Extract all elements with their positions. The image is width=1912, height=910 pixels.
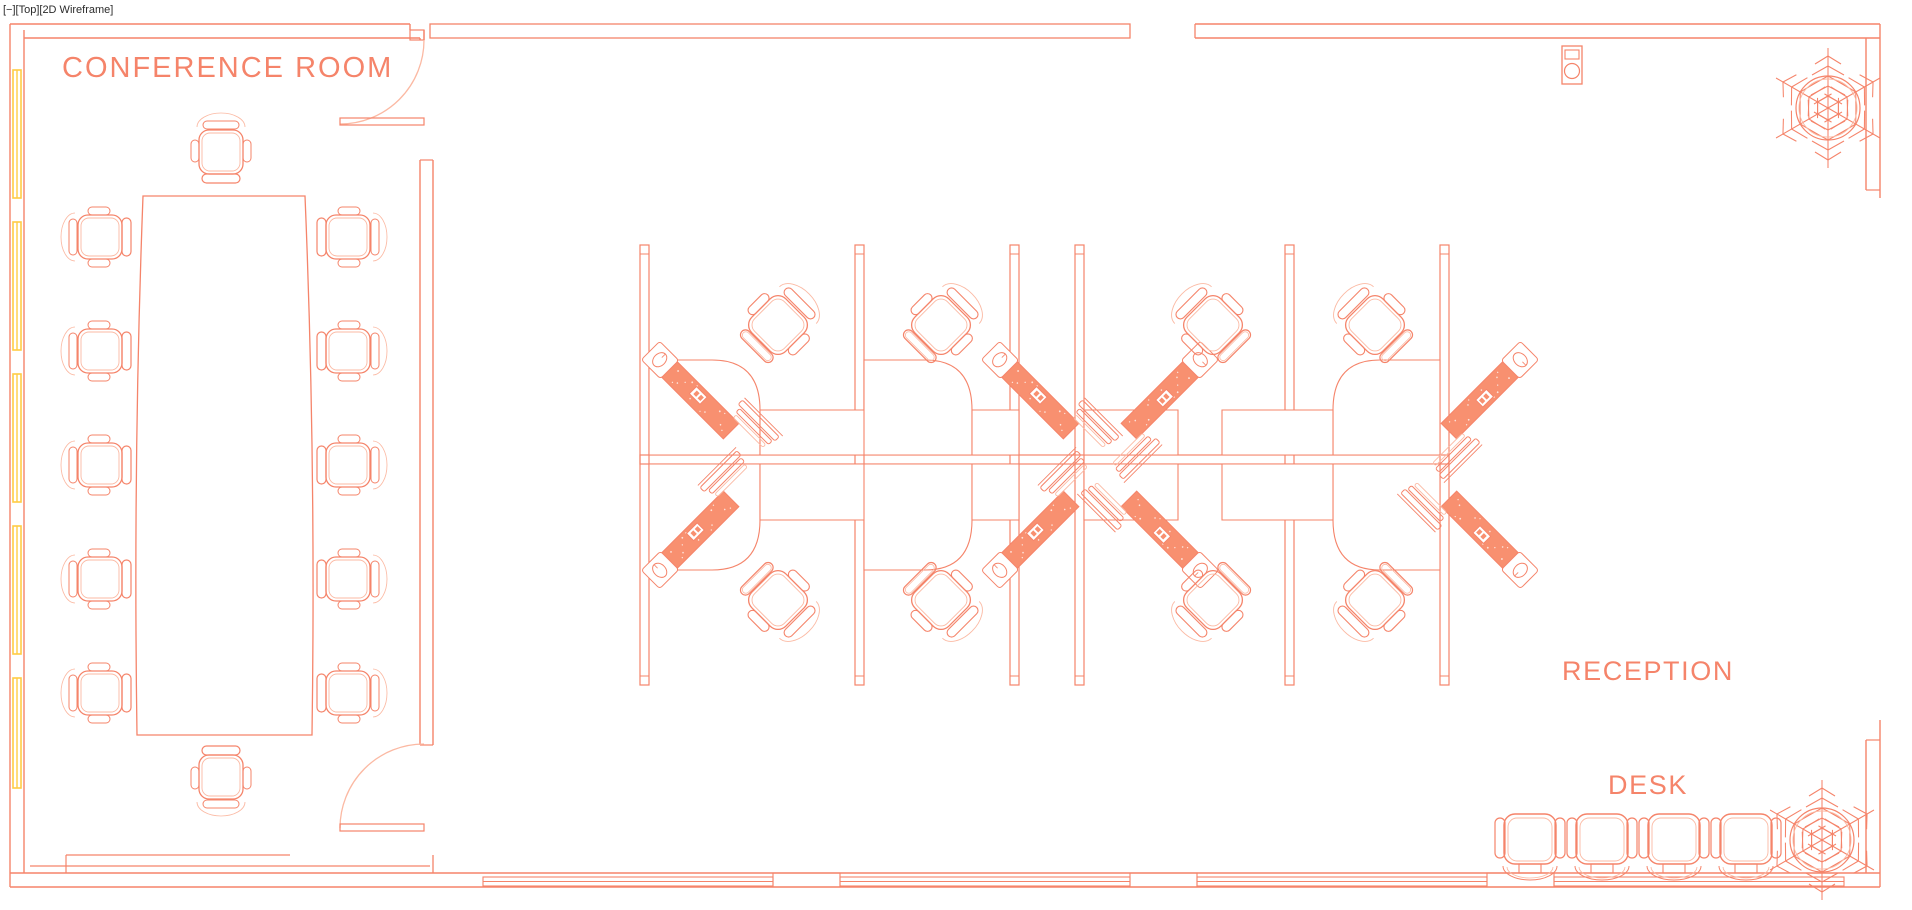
- cad-drawing-canvas[interactable]: [0, 0, 1912, 910]
- conference-chair[interactable]: [190, 745, 252, 817]
- plant-icon[interactable]: [1766, 47, 1890, 169]
- conference-chair[interactable]: [316, 320, 388, 382]
- conference-chair[interactable]: [316, 662, 388, 724]
- task-chair[interactable]: [1319, 269, 1424, 374]
- window-pane: [12, 373, 22, 503]
- conference-chair[interactable]: [60, 548, 132, 610]
- window-pane: [839, 876, 1131, 887]
- door-conference-bottom[interactable]: [339, 743, 425, 832]
- window-pane: [12, 677, 22, 789]
- conference-chair[interactable]: [60, 206, 132, 268]
- window-pane: [1553, 876, 1845, 887]
- conference-chair[interactable]: [190, 112, 252, 184]
- water-cooler-icon[interactable]: [1561, 45, 1583, 85]
- waiting-chairs-group: [1494, 813, 1782, 881]
- waiting-chair[interactable]: [1638, 813, 1710, 881]
- window-pane: [12, 221, 22, 351]
- conference-chair[interactable]: [60, 662, 132, 724]
- task-chair[interactable]: [892, 269, 997, 374]
- viewport-label: [−][Top][2D Wireframe]: [3, 4, 114, 16]
- conference-chair[interactable]: [60, 434, 132, 496]
- cubicle-cluster[interactable]: [626, 244, 1554, 686]
- window-pane: [12, 69, 22, 199]
- window-pane: [482, 876, 774, 887]
- window-bottom-wall-group: [482, 872, 1845, 888]
- window-pane: [12, 525, 22, 655]
- conference-chair[interactable]: [316, 206, 388, 268]
- conference-chair[interactable]: [60, 320, 132, 382]
- task-chair[interactable]: [729, 269, 834, 374]
- task-chair[interactable]: [729, 551, 834, 656]
- waiting-chair[interactable]: [1494, 813, 1566, 881]
- window-left-wall-group: [12, 69, 22, 789]
- window-pane: [1196, 876, 1488, 887]
- conference-chair[interactable]: [316, 434, 388, 496]
- conference-chair[interactable]: [316, 548, 388, 610]
- conference-table[interactable]: [135, 195, 314, 736]
- door-conference-top[interactable]: [339, 39, 425, 126]
- waiting-chair[interactable]: [1566, 813, 1638, 881]
- plants-group: [1760, 47, 1890, 901]
